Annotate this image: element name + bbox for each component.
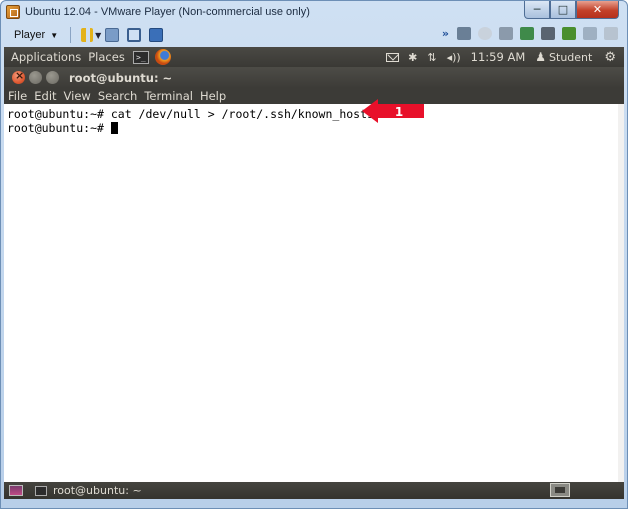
terminal-title: root@ubuntu: ~ (69, 70, 173, 85)
workspace-switcher[interactable] (550, 483, 570, 497)
gear-icon[interactable]: ⚙ (604, 50, 616, 65)
printer-icon[interactable] (541, 27, 555, 40)
terminal-minimize-button[interactable] (29, 71, 42, 84)
taskbar-window-label: root@ubuntu: ~ (53, 484, 142, 497)
menu-file[interactable]: File (8, 89, 27, 103)
menu-view[interactable]: View (64, 89, 91, 103)
usb-device-icon[interactable] (562, 27, 576, 40)
clock[interactable]: 11:59 AM (471, 50, 526, 64)
player-menu-button[interactable]: Player ▼ (8, 26, 64, 44)
text-cursor (110, 122, 118, 134)
vmware-app-icon (6, 5, 20, 19)
terminal-icon (35, 485, 47, 496)
player-menu-label: Player (14, 29, 46, 41)
terminal-prompt-line: root@ubuntu:~# (7, 121, 622, 135)
device-icons: » (442, 27, 618, 40)
applications-menu[interactable]: Applications (11, 50, 81, 64)
firefox-icon[interactable] (154, 49, 171, 65)
terminal-menubar: File Edit View Search Terminal Help (4, 88, 624, 104)
unity-icon[interactable] (149, 28, 164, 42)
terminal-line: root@ubuntu:~# cat /dev/null > /root/.ss… (7, 107, 374, 121)
menu-terminal[interactable]: Terminal (144, 89, 193, 103)
user-menu[interactable]: Student (549, 51, 592, 64)
bottom-panel: root@ubuntu: ~ (4, 482, 624, 499)
taskbar-window-button[interactable]: root@ubuntu: ~ (35, 483, 150, 498)
places-menu[interactable]: Places (88, 50, 125, 64)
bluetooth-icon[interactable]: ✱ (408, 51, 417, 64)
callout-number: 1 (395, 105, 403, 119)
terminal-output[interactable]: root@ubuntu:~# cat /dev/null > /root/.ss… (4, 104, 624, 482)
pause-dropdown-icon[interactable]: ▼ (95, 31, 101, 40)
pause-icon[interactable] (81, 28, 94, 42)
vmware-titlebar: Ubuntu 12.04 - VMware Player (Non-commer… (1, 1, 627, 23)
mail-icon[interactable] (386, 52, 400, 62)
user-icon: ♟ (535, 50, 547, 64)
send-ctrl-alt-del-icon[interactable] (105, 28, 120, 42)
system-tray: ✱ ⇅ ◂)) 11:59 AM ♟ Student ⚙ (386, 47, 624, 67)
menu-edit[interactable]: Edit (34, 89, 56, 103)
close-button[interactable]: ✕ (576, 1, 619, 19)
more-devices-icon[interactable]: » (442, 27, 449, 40)
hard-disk-icon[interactable] (457, 27, 471, 40)
annotation-callout: 1 (362, 99, 424, 123)
callout-arrow-shape (362, 99, 424, 123)
full-screen-icon[interactable] (127, 28, 142, 42)
floppy-icon[interactable] (499, 27, 513, 40)
show-desktop-icon[interactable] (9, 485, 23, 496)
terminal-titlebar: root@ubuntu: ~ (4, 67, 624, 88)
menu-search[interactable]: Search (98, 89, 138, 103)
network-adapter-icon[interactable] (520, 27, 534, 40)
vmware-player-window: Ubuntu 12.04 - VMware Player (Non-commer… (0, 0, 628, 509)
terminal-launcher-icon[interactable]: >_ (132, 50, 149, 64)
terminal-maximize-button[interactable] (46, 71, 59, 84)
top-panel: Applications Places >_ ✱ ⇅ ◂)) 11:59 AM … (4, 47, 624, 67)
scrollbar[interactable] (618, 104, 624, 482)
maximize-button[interactable]: □ (550, 1, 576, 19)
vmware-toolbar: Player ▼ ▼ » (4, 24, 624, 46)
network-icon[interactable]: ⇅ (427, 51, 436, 64)
guest-desktop: Applications Places >_ ✱ ⇅ ◂)) 11:59 AM … (4, 47, 624, 499)
minimize-button[interactable]: ─ (524, 1, 550, 19)
menu-help[interactable]: Help (200, 89, 226, 103)
window-title: Ubuntu 12.04 - VMware Player (Non-commer… (25, 6, 310, 18)
chevron-down-icon: ▼ (50, 30, 59, 40)
shared-folders-icon[interactable] (604, 27, 618, 40)
volume-icon[interactable]: ◂)) (447, 51, 461, 64)
window-controls: ─ □ ✕ (524, 1, 619, 19)
toolbar-separator (70, 27, 72, 43)
message-log-icon[interactable] (583, 27, 597, 40)
terminal-prompt: root@ubuntu:~# (7, 121, 111, 135)
terminal-close-button[interactable] (12, 69, 25, 84)
cd-dvd-icon[interactable] (478, 27, 492, 40)
